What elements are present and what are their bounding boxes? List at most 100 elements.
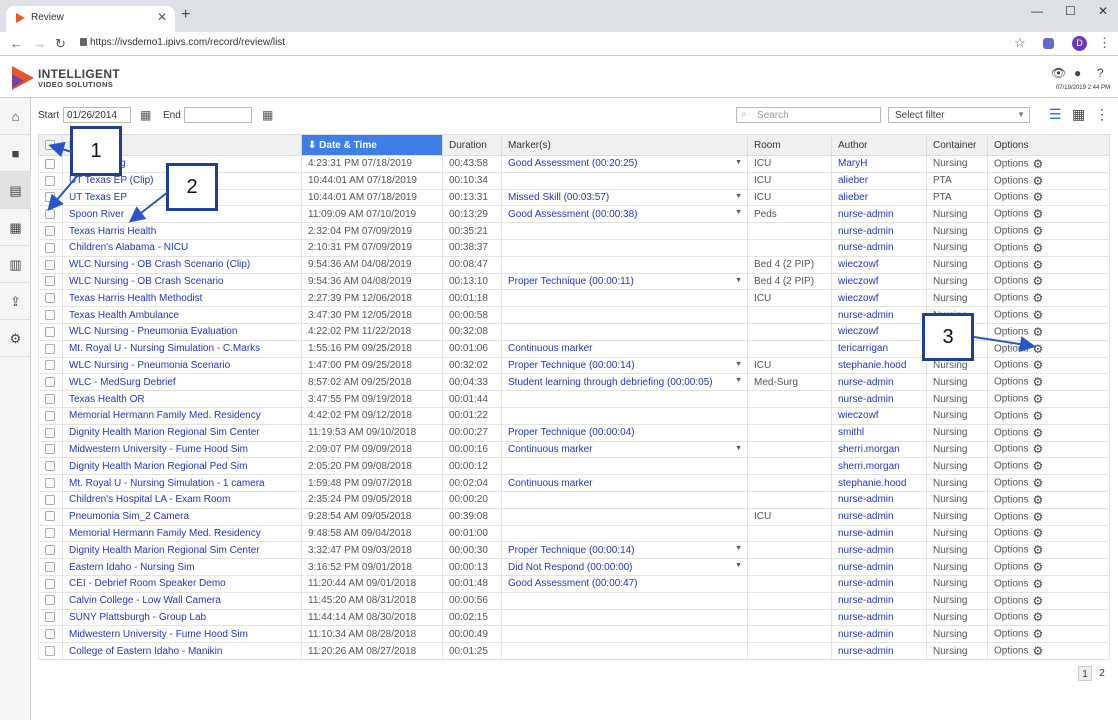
row-checkbox[interactable] <box>45 377 55 388</box>
options-cell[interactable]: Options ⚙ <box>987 272 1110 291</box>
options-cell[interactable]: Options ⚙ <box>987 222 1110 240</box>
gear-icon[interactable]: ⚙ <box>1032 258 1043 272</box>
page-2-button[interactable]: 2 <box>1095 666 1109 681</box>
options-label[interactable]: Options <box>994 259 1028 270</box>
options-label[interactable]: Options <box>994 545 1028 556</box>
gear-icon[interactable]: ⚙ <box>1032 207 1043 221</box>
marker-dropdown-icon[interactable]: ▼ <box>735 361 742 368</box>
options-label[interactable]: Options <box>994 461 1028 472</box>
forward-icon[interactable]: → <box>33 36 46 51</box>
options-label[interactable]: Options <box>994 562 1028 573</box>
bookmark-star-icon[interactable]: ☆ <box>1014 35 1026 51</box>
marker-cell[interactable] <box>501 457 748 476</box>
recording-name-link[interactable]: Dignity Health Marion Regional Ped Sim <box>62 457 302 476</box>
options-label[interactable]: Options <box>994 226 1028 237</box>
column-header-duration[interactable]: Duration <box>442 134 502 156</box>
row-checkbox[interactable] <box>45 410 55 421</box>
filter-select[interactable]: Select filter ▼ <box>888 107 1030 123</box>
maximize-icon[interactable]: ☐ <box>1065 4 1076 18</box>
marker-cell[interactable] <box>501 171 748 190</box>
recording-name-link[interactable]: Dignity Health Marion Regional Sim Cente… <box>62 423 302 442</box>
options-cell[interactable]: Options ⚙ <box>987 490 1110 509</box>
marker-cell[interactable]: Continuous marker <box>501 474 748 492</box>
marker-cell[interactable] <box>501 642 748 660</box>
options-label[interactable]: Options <box>994 310 1028 321</box>
marker-cell[interactable]: Student learning through debriefing (00:… <box>501 373 748 392</box>
recording-name-link[interactable]: CEI - Debrief Room Speaker Demo <box>62 574 302 593</box>
row-checkbox[interactable] <box>45 461 55 472</box>
table-row[interactable]: WLC Nursing - OB Crash Scenario (Clip) 9:… <box>38 255 1110 274</box>
gear-icon[interactable]: ⚙ <box>1032 342 1043 356</box>
close-window-icon[interactable]: ✕ <box>1098 4 1108 18</box>
gear-icon[interactable]: ⚙ <box>1032 493 1043 507</box>
recording-author[interactable]: sherri.morgan <box>831 457 927 476</box>
marker-dropdown-icon[interactable]: ▼ <box>735 159 742 166</box>
table-row[interactable]: Pneumonia Sim_2 Camera 9:28:54 AM 09/05/2… <box>38 507 1110 526</box>
options-label[interactable]: Options <box>994 511 1028 522</box>
recording-name-link[interactable]: WLC Nursing - Pneumonia Scenario <box>62 356 302 375</box>
table-row[interactable]: Texas Harris Health Methodist 2:27:39 PM … <box>38 289 1110 308</box>
recording-author[interactable]: stephanie.hood <box>831 474 927 492</box>
gear-icon[interactable]: ⚙ <box>1032 174 1043 188</box>
marker-dropdown-icon[interactable]: ▼ <box>735 562 742 569</box>
recording-author[interactable]: nurse-admin <box>831 238 927 257</box>
marker-cell[interactable] <box>501 238 748 257</box>
recording-name-link[interactable]: Children's Alabama - NICU <box>62 238 302 257</box>
grid-view-icon[interactable]: ▦ <box>1072 106 1085 123</box>
recording-name-link[interactable]: SUNY Plattsburgh - Group Lab <box>62 608 302 627</box>
options-cell[interactable]: Options ⚙ <box>987 406 1110 425</box>
options-cell[interactable]: Options ⚙ <box>987 171 1110 190</box>
start-calendar-icon[interactable]: ▦ <box>140 108 151 122</box>
options-cell[interactable]: Options ⚙ <box>987 524 1110 543</box>
options-label[interactable]: Options <box>994 528 1028 539</box>
options-label[interactable]: Options <box>994 494 1028 505</box>
recording-name-link[interactable]: College of Eastern Idaho - Manikin <box>62 642 302 660</box>
table-row[interactable]: Dignity Health Marion Regional Ped Sim 2:… <box>38 457 1110 476</box>
options-label[interactable]: Options <box>994 192 1028 203</box>
sidebar-item-reports[interactable]: ▥ <box>0 246 31 283</box>
sidebar-item-settings[interactable]: ⚙ <box>0 320 31 357</box>
marker-cell[interactable] <box>501 406 748 425</box>
gear-icon[interactable]: ⚙ <box>1032 157 1043 171</box>
table-row[interactable]: Memorial Hermann Family Med. Residency 9:… <box>38 524 1110 543</box>
marker-label[interactable]: Continuous marker <box>508 478 592 489</box>
options-label[interactable]: Options <box>994 276 1028 287</box>
table-row[interactable]: Texas Harris Health 2:32:04 PM 07/09/2019… <box>38 222 1110 240</box>
sidebar-item-upload[interactable]: ⇪ <box>0 283 31 320</box>
options-cell[interactable]: Options ⚙ <box>987 474 1110 492</box>
gear-icon[interactable]: ⚙ <box>1032 560 1043 574</box>
options-label[interactable]: Options <box>994 444 1028 455</box>
sidebar-item-calendar[interactable]: ▦ <box>0 209 31 246</box>
options-label[interactable]: Options <box>994 578 1028 589</box>
marker-cell[interactable]: Good Assessment (00:00:47) <box>501 574 748 593</box>
gear-icon[interactable]: ⚙ <box>1032 442 1043 456</box>
marker-cell[interactable] <box>501 306 748 324</box>
row-checkbox[interactable] <box>45 158 55 169</box>
gear-icon[interactable]: ⚙ <box>1032 241 1043 255</box>
options-label[interactable]: Options <box>994 377 1028 388</box>
recording-author[interactable]: nurse-admin <box>831 541 927 560</box>
row-checkbox[interactable] <box>45 578 55 589</box>
row-checkbox[interactable] <box>45 629 55 640</box>
gear-icon[interactable]: ⚙ <box>1032 476 1043 490</box>
recording-name-link[interactable]: Calvin College - Low Wall Camera <box>62 591 302 610</box>
end-date-input[interactable] <box>184 107 252 123</box>
marker-label[interactable]: Proper Technique (00:00:11) <box>508 276 634 287</box>
marker-cell[interactable]: Proper Technique (00:00:04) <box>501 423 748 442</box>
search-input[interactable]: ⌕ Search <box>736 107 881 123</box>
gear-icon[interactable]: ⚙ <box>1032 224 1043 238</box>
row-checkbox[interactable] <box>45 343 55 354</box>
gear-icon[interactable]: ⚙ <box>1032 409 1043 423</box>
column-header-author[interactable]: Author <box>831 134 927 156</box>
options-label[interactable]: Options <box>994 646 1028 657</box>
row-checkbox[interactable] <box>45 612 55 623</box>
options-label[interactable]: Options <box>994 243 1028 254</box>
recording-name-link[interactable]: Mt. Royal U - Nursing Simulation - C.Mar… <box>62 339 302 358</box>
recording-author[interactable]: wieczowf <box>831 272 927 291</box>
table-row[interactable]: Memorial Hermann Family Med. Residency 4:… <box>38 406 1110 425</box>
recording-name-link[interactable]: Texas Harris Health Methodist <box>62 289 302 308</box>
recording-author[interactable]: wieczowf <box>831 255 927 274</box>
table-row[interactable]: Children's Hospital LA - Exam Room 2:35:2… <box>38 490 1110 509</box>
options-label[interactable]: Options <box>994 629 1028 640</box>
row-checkbox[interactable] <box>45 259 55 270</box>
